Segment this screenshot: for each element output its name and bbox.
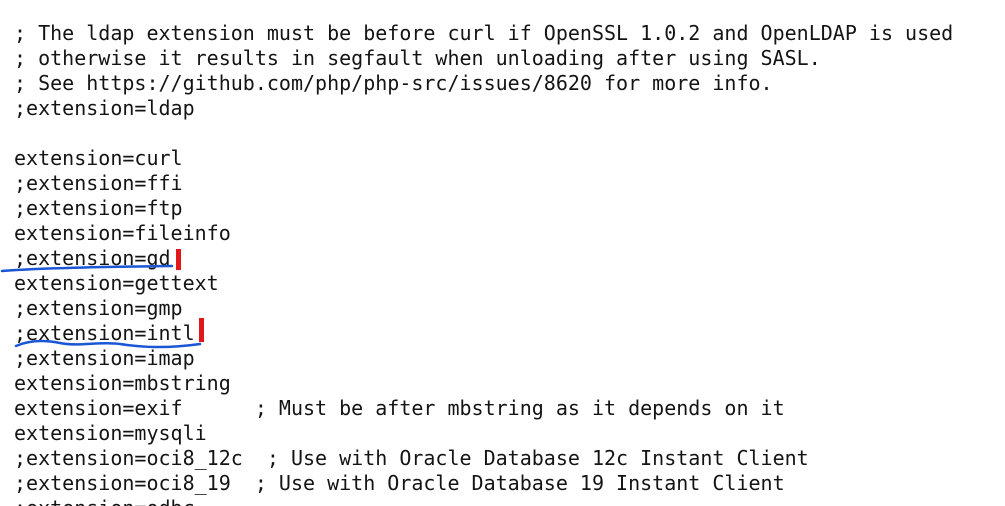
code-line-12: ;extension=gmp xyxy=(14,296,183,320)
code-line-8: ;extension=ftp xyxy=(14,196,183,220)
code-line-19: ;extension=oci8_19 ; Use with Oracle Dat… xyxy=(14,471,785,495)
code-line-9: extension=fileinfo xyxy=(14,221,231,245)
code-line-17: extension=mysqli xyxy=(14,421,207,445)
marker-gd-annotation xyxy=(176,249,181,270)
code-line-3: ; See https://github.com/php/php-src/iss… xyxy=(14,71,773,95)
code-line-16: extension=exif ; Must be after mbstring … xyxy=(14,396,785,420)
code-line-15: extension=mbstring xyxy=(14,371,231,395)
code-line-7: ;extension=ffi xyxy=(14,171,183,195)
code-line-10: ;extension=gd xyxy=(14,246,171,270)
code-line-14: ;extension=imap xyxy=(14,346,195,370)
code-line-11: extension=gettext xyxy=(14,271,219,295)
code-line-1: ; The ldap extension must be before curl… xyxy=(14,21,954,45)
code-line-13: ;extension=intl xyxy=(14,321,195,345)
code-line-18: ;extension=oci8_12c ; Use with Oracle Da… xyxy=(14,446,809,470)
code-line-4: ;extension=ldap xyxy=(14,96,195,120)
code-line-6: extension=curl xyxy=(14,146,183,170)
code-line-20: ;extension=odbc xyxy=(14,496,195,506)
text-editor[interactable]: ; The ldap extension must be before curl… xyxy=(0,0,1005,506)
code-line-2: ; otherwise it results in segfault when … xyxy=(14,46,821,70)
marker-intl-annotation xyxy=(199,318,204,342)
